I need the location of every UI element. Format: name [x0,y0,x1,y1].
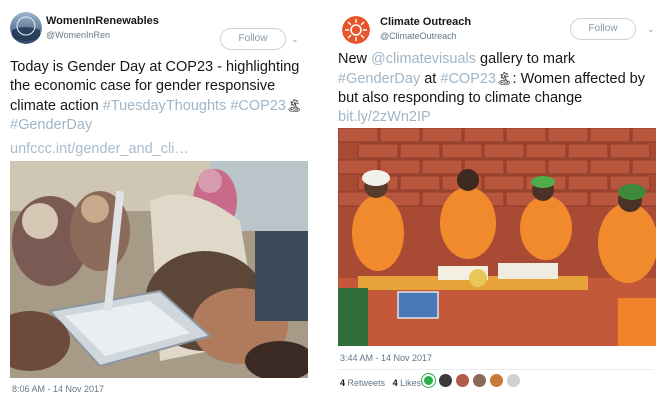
island-emoji-icon: 🏝 [285,98,303,113]
tweet-text-part: New [338,51,372,67]
tweet-timestamp[interactable]: 8:06 AM - 14 Nov 2017 [12,384,104,394]
mention-link[interactable]: @climatevisuals [371,51,476,67]
chevron-down-icon[interactable]: ⌄ [291,34,299,45]
liker-avatar-icon[interactable] [439,374,452,387]
tweet-timestamp[interactable]: 3:44 AM - 14 Nov 2017 [340,353,432,363]
liker-avatar-icon[interactable] [490,374,503,387]
tweet-photo[interactable] [338,128,656,346]
url-link[interactable]: bit.ly/2zWn2IP [338,109,431,125]
tweet-text-part: gallery to mark [476,51,576,67]
tweet-text: Today is Gender Day at COP23 - highlight… [10,58,310,135]
tweet-text-part: at [420,71,441,87]
liker-avatars [422,374,520,387]
island-emoji-icon: 🏝 [496,71,513,86]
divider [338,369,654,370]
tweet-text: New @climatevisuals gallery to mark #Gen… [338,50,658,127]
hashtag-link[interactable]: #COP23 [230,98,286,114]
likes-label: Likes [400,378,422,388]
tweet-climate-outreach: Climate Outreach @ClimateOutreach Follow… [330,0,658,410]
likes-count: 4 [392,378,398,388]
liker-avatar-icon[interactable] [507,374,520,387]
hashtag-link[interactable]: #GenderDay [10,117,92,133]
retweets-stat[interactable]: 4 Retweets [340,378,385,388]
tweet-photo[interactable] [10,161,308,378]
globe-avatar-icon[interactable] [10,12,42,44]
liker-avatar-icon[interactable] [456,374,469,387]
hashtag-link[interactable]: #COP23 [440,71,496,87]
url-link[interactable]: unfccc.int/gender_and_cli… [10,141,189,157]
liker-avatar-icon[interactable] [422,374,435,387]
follow-button[interactable]: Follow [570,18,636,40]
chevron-down-icon[interactable]: ⌄ [647,24,655,35]
sun-logo-avatar-icon[interactable] [342,16,370,44]
author-name[interactable]: Climate Outreach [380,16,471,28]
retweets-count: 4 [340,378,346,388]
liker-avatar-icon[interactable] [473,374,486,387]
author-name[interactable]: WomenInRenewables [46,15,159,27]
tweet-womeninrenewables: WomenInRenewables @WomenInRen Follow ⌄ T… [0,0,318,410]
author-handle[interactable]: @ClimateOutreach [380,31,457,41]
hashtag-link[interactable]: #TuesdayThoughts [103,98,227,114]
author-handle[interactable]: @WomenInRen [46,30,110,40]
follow-button[interactable]: Follow [220,28,286,50]
tweet-stats: 4 Retweets 4 Likes [340,378,421,388]
likes-stat[interactable]: 4 Likes [393,378,422,388]
retweets-label: Retweets [347,378,386,388]
hashtag-link[interactable]: #GenderDay [338,71,420,87]
